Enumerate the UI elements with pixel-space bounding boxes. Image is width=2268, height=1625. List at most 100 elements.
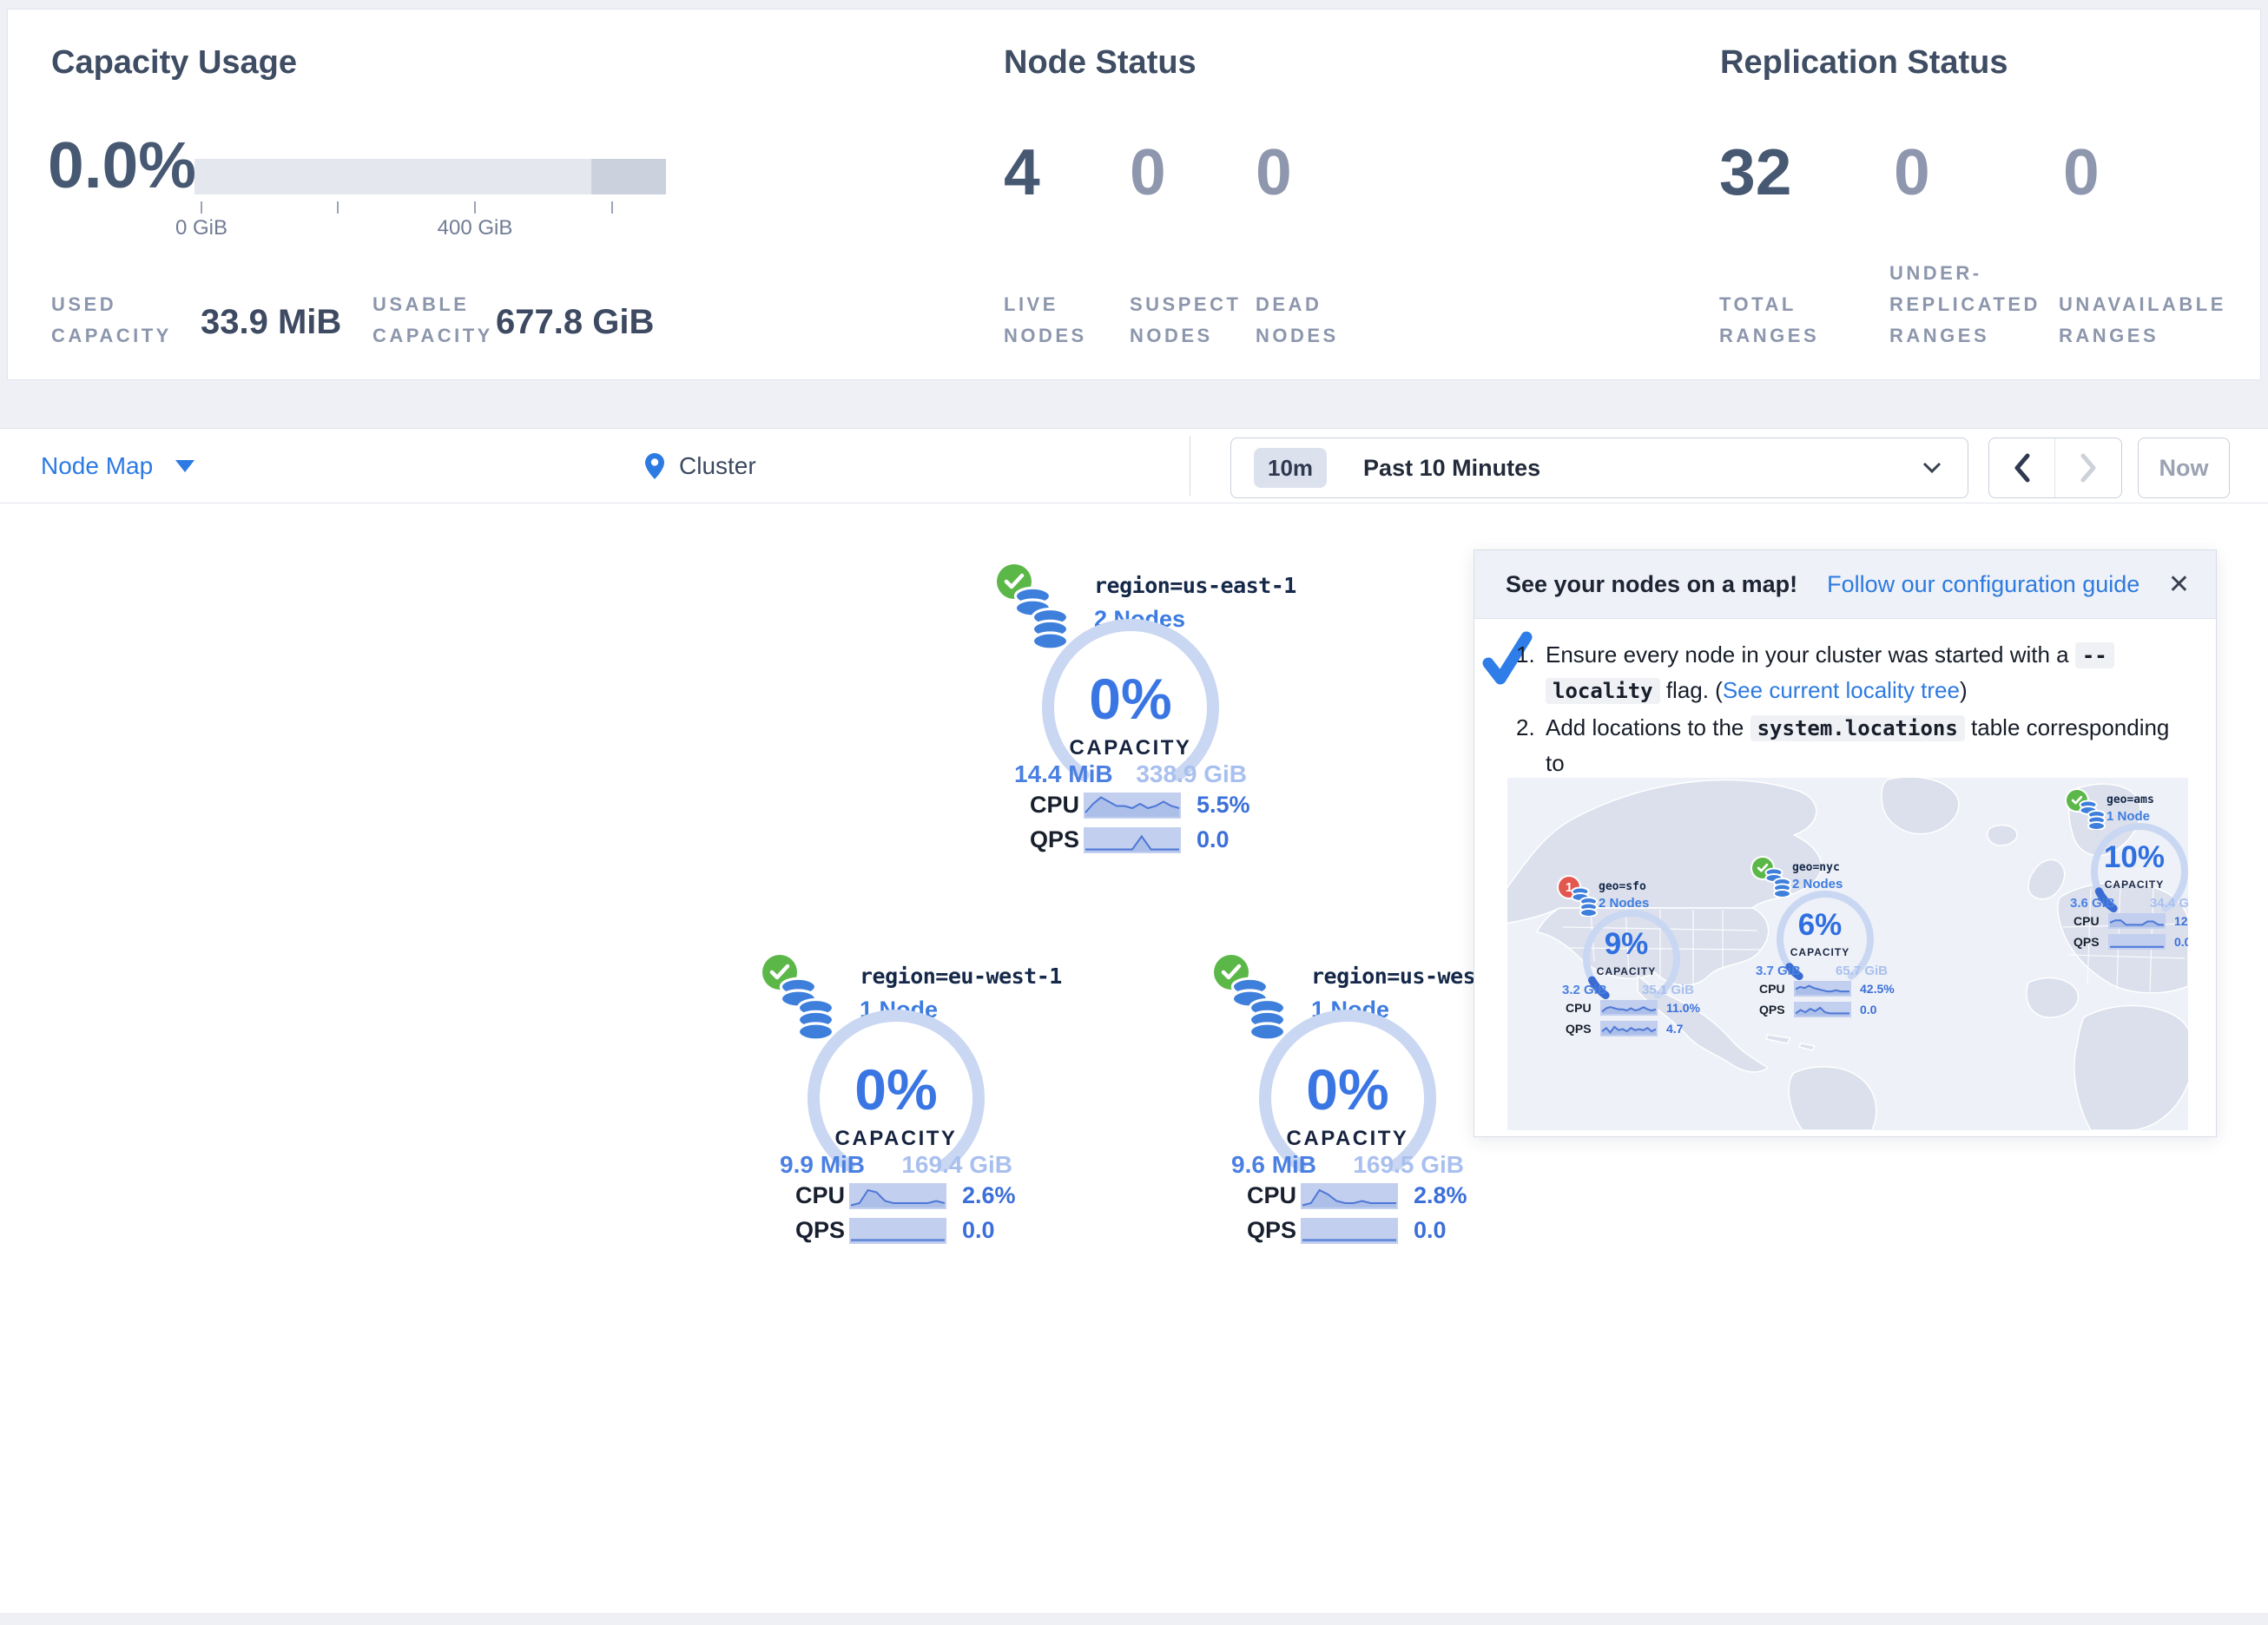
location-pin-icon <box>644 452 665 480</box>
capacity-gauge-label: CAPACITY <box>1248 1127 1447 1151</box>
popup-header: See your nodes on a map! Follow our conf… <box>1474 550 2216 619</box>
qps-sparkline <box>1794 1002 1851 1017</box>
locality-card-sfo[interactable]: 1 geo=sfo 2 Nodes 9% CAPACITY 3.2 GiB <box>1555 873 1737 1051</box>
region-card-title: region=us-east-1 <box>1094 573 1296 598</box>
cpu-sparkline <box>1084 793 1181 819</box>
region-card-us-west-1[interactable]: region=us-west-1 1 Node 0% CAPACITY 9.6 … <box>1207 953 1467 1253</box>
capacity-gauge-label: CAPACITY <box>796 1127 996 1151</box>
under-replicated-count: 0 <box>1894 140 1930 205</box>
time-range-dropdown[interactable]: 10m Past 10 Minutes <box>1230 438 1968 498</box>
capacity-tick-label-400: 400 GiB <box>423 216 527 240</box>
code-snippet: locality <box>1546 678 1660 704</box>
cluster-summary-panel: Capacity Usage 0.0% 0 GiB 400 GiB USED C… <box>7 9 2261 380</box>
qps-value: 0.0 <box>1197 826 1230 853</box>
dead-nodes-count: 0 <box>1256 140 1292 205</box>
locality-title: geo=nyc <box>1792 861 1840 874</box>
qps-sparkline <box>849 1218 946 1244</box>
step-number: 1. <box>1516 637 1546 708</box>
total-capacity: 35.1 GiB <box>1642 983 1694 997</box>
locality-card-ams[interactable]: geo=ams 1 Node 10% CAPACITY 3.6 GiB 34.4… <box>2063 786 2188 964</box>
total-capacity: 169.4 GiB <box>901 1151 1012 1179</box>
capacity-bar-reserved-segment <box>591 159 666 194</box>
qps-label: QPS <box>1030 826 1084 853</box>
qps-label: QPS <box>795 1217 849 1244</box>
dead-nodes-label: DEAD NODES <box>1256 289 1339 352</box>
qps-value: 4.7 <box>1666 1022 1683 1036</box>
view-selector-label: Node Map <box>41 452 153 480</box>
now-button[interactable]: Now <box>2138 438 2230 498</box>
capacity-tick <box>474 201 476 214</box>
qps-value: 0.0 <box>2174 935 2188 949</box>
qps-sparkline <box>1600 1021 1658 1036</box>
cpu-sparkline <box>2108 913 2166 929</box>
node-status-title: Node Status <box>1004 44 1197 82</box>
cpu-label: CPU <box>795 1182 849 1209</box>
cpu-value: 5.5% <box>1197 792 1250 819</box>
time-range-badge: 10m <box>1254 448 1327 488</box>
capacity-gauge-percent: 10% <box>2082 842 2186 872</box>
capacity-tick <box>337 201 339 214</box>
cpu-label: CPU <box>1247 1182 1301 1209</box>
time-next-button[interactable] <box>2055 438 2121 497</box>
cpu-sparkline <box>1301 1183 1398 1209</box>
capacity-gauge-label: CAPACITY <box>1031 736 1230 760</box>
locality-title: geo=sfo <box>1599 880 1646 893</box>
capacity-tick <box>611 201 613 214</box>
step-text: ) <box>1960 677 1968 703</box>
step-text: Ensure every node in your cluster was st… <box>1546 641 2075 668</box>
used-capacity: 9.9 MiB <box>780 1151 865 1179</box>
chevron-left-icon <box>2013 452 2032 484</box>
unavailable-label: UNAVAILABLE RANGES <box>2059 289 2226 352</box>
under-replicated-label: UNDER- REPLICATED RANGES <box>1889 258 2041 352</box>
popup-title: See your nodes on a map! <box>1506 571 1797 598</box>
qps-label: QPS <box>1247 1217 1301 1244</box>
total-capacity: 169.5 GiB <box>1353 1151 1464 1179</box>
capacity-gauge-percent: 6% <box>1768 910 1872 940</box>
time-range-label: Past 10 Minutes <box>1363 455 1540 482</box>
locality-tree-link[interactable]: See current locality tree <box>1723 677 1960 703</box>
cpu-sparkline <box>1600 1000 1658 1016</box>
time-prev-button[interactable] <box>1989 438 2055 497</box>
unavailable-count: 0 <box>2063 140 2100 205</box>
cpu-value: 12.3% <box>2174 914 2188 928</box>
capacity-gauge-percent: 0% <box>1248 1061 1447 1118</box>
capacity-gauge-label: CAPACITY <box>1574 965 1678 977</box>
capacity-gauge-label: CAPACITY <box>1768 946 1872 958</box>
qps-value: 0.0 <box>1860 1003 1876 1016</box>
qps-sparkline <box>2108 934 2166 950</box>
capacity-tick <box>201 201 202 214</box>
total-capacity: 338.9 GiB <box>1136 760 1247 788</box>
total-capacity: 65.7 GiB <box>1836 964 1888 978</box>
close-icon[interactable]: ✕ <box>2168 569 2190 600</box>
cpu-label: CPU <box>1566 1001 1600 1015</box>
locality-title: geo=ams <box>2106 793 2154 806</box>
capacity-bar: 0 GiB 400 GiB <box>194 159 666 194</box>
region-card-us-east-1[interactable]: region=us-east-1 2 Nodes 0% CAPACITY 14.… <box>990 562 1250 862</box>
usable-capacity-label: USABLE CAPACITY <box>373 289 493 352</box>
used-capacity: 3.2 GiB <box>1562 983 1607 997</box>
chevron-right-icon <box>2079 452 2098 484</box>
capacity-gauge-percent: 9% <box>1574 929 1678 959</box>
qps-sparkline <box>1301 1218 1398 1244</box>
qps-label: QPS <box>1566 1022 1600 1036</box>
region-card-eu-west-1[interactable]: region=eu-west-1 1 Node 0% CAPACITY 9.9 … <box>755 953 1016 1253</box>
live-nodes-count: 4 <box>1004 140 1040 205</box>
locality-card-nyc[interactable]: geo=nyc 2 Nodes 6% CAPACITY 3.7 GiB 65.7… <box>1749 854 1931 1032</box>
cpu-value: 2.6% <box>962 1182 1016 1209</box>
qps-label: QPS <box>2074 935 2108 949</box>
locality-breadcrumb[interactable]: Cluster <box>644 429 756 503</box>
cpu-value: 2.8% <box>1414 1182 1467 1209</box>
map-toolbar: Node Map Cluster 10m Past 10 Minutes <box>0 428 2268 503</box>
qps-label: QPS <box>1759 1003 1794 1016</box>
view-selector[interactable]: Node Map <box>41 429 194 503</box>
configuration-guide-link[interactable]: Follow our configuration guide <box>1827 571 2139 598</box>
qps-sparkline <box>1084 827 1181 853</box>
code-snippet: -- <box>2075 642 2114 668</box>
chevron-down-icon <box>1919 459 1945 477</box>
live-nodes-label: LIVE NODES <box>1004 289 1087 352</box>
step-text: flag. ( <box>1660 677 1723 703</box>
total-ranges-count: 32 <box>1719 140 1791 205</box>
qps-value: 0.0 <box>962 1217 995 1244</box>
used-capacity: 3.7 GiB <box>1756 964 1801 978</box>
usable-capacity-value: 677.8 GiB <box>496 303 654 342</box>
